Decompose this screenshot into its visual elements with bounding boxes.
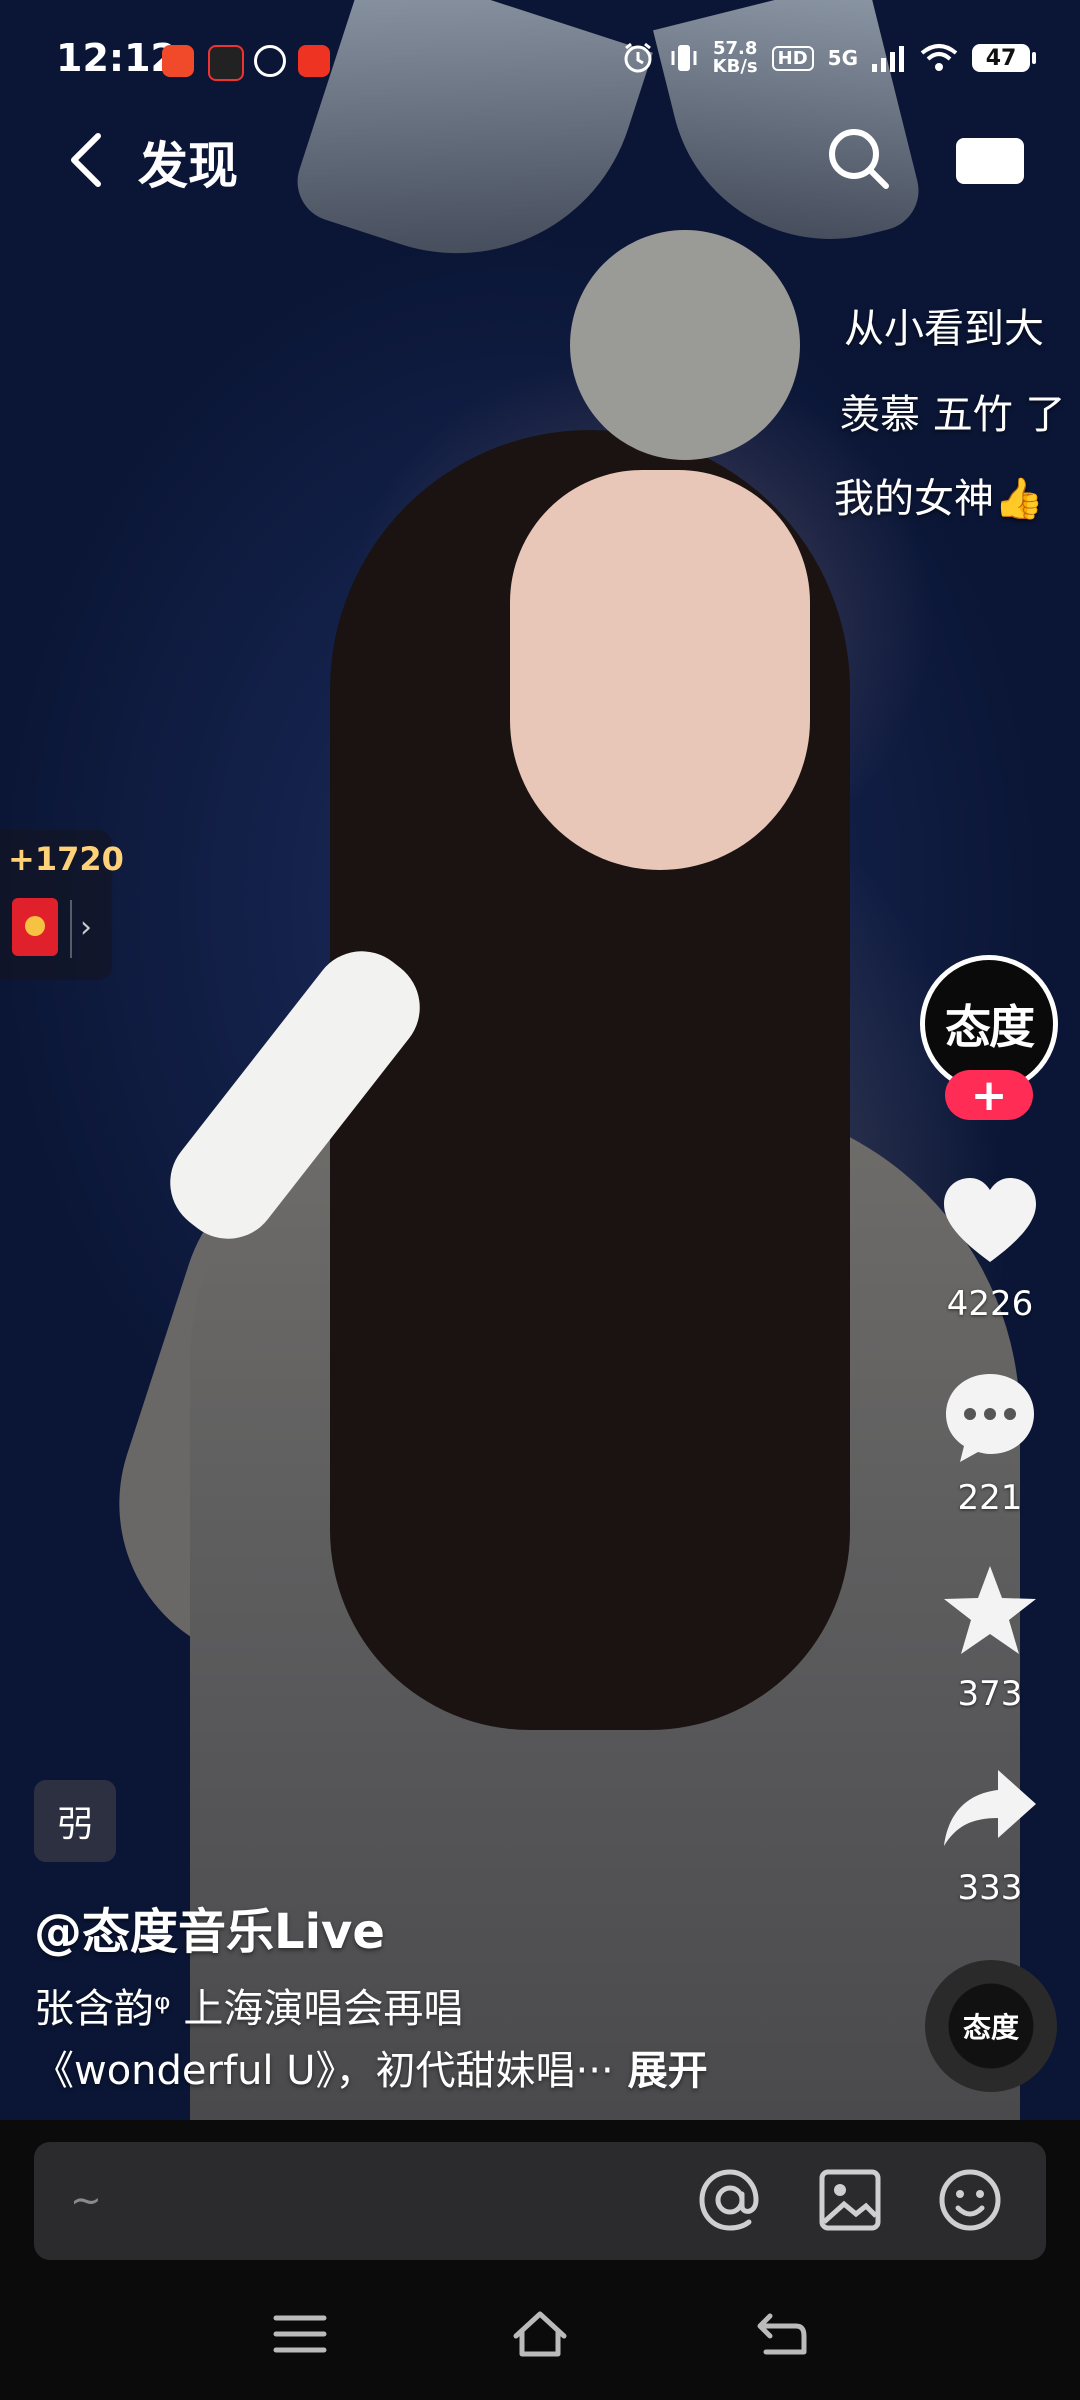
music-disc-label: 态度 xyxy=(962,2011,1019,2044)
browser-notification-icon xyxy=(254,45,286,77)
search-icon[interactable] xyxy=(826,126,890,190)
video-app-notification-icon xyxy=(298,45,330,77)
signal-icon xyxy=(872,46,904,72)
home-icon[interactable] xyxy=(510,2306,570,2362)
emoji-icon[interactable] xyxy=(934,2164,1006,2236)
status-time: 12:12 xyxy=(56,36,177,80)
comment-count: 221 xyxy=(957,1478,1023,1518)
tag-chip[interactable]: 弜 xyxy=(34,1780,116,1862)
status-indicators: 57.8 KB/s HD 5G 47 xyxy=(621,38,1036,77)
network-speed: 57.8 KB/s xyxy=(712,38,758,77)
reward-widget[interactable]: +1720 › xyxy=(0,830,124,980)
author-name[interactable]: @态度音乐Live xyxy=(34,1892,385,1962)
danmaku-comment: 羡慕 五竹 了 xyxy=(840,392,1066,438)
comment-input[interactable] xyxy=(34,2142,1046,2260)
performer-hat xyxy=(570,230,800,460)
danmaku-comment: 从小看到大 xyxy=(844,306,1044,352)
favorite-count: 373 xyxy=(957,1674,1023,1714)
back-arrow-icon[interactable] xyxy=(64,130,108,190)
comment-placeholder: ~ xyxy=(70,2178,102,2222)
vibrate-icon xyxy=(671,45,697,71)
comment-bubble-icon[interactable] xyxy=(940,1368,1040,1468)
hd-badge: HD xyxy=(771,45,814,71)
battery-indicator: 47 xyxy=(972,44,1036,72)
post-description-text: 《wonderful U》，初代甜妹唱··· xyxy=(34,2048,614,2094)
danmaku-comment: 我的女神👍 xyxy=(834,476,1044,522)
chevron-right-icon[interactable]: › xyxy=(80,910,92,945)
menu-icon[interactable] xyxy=(270,2306,330,2362)
share-arrow-icon[interactable] xyxy=(940,1760,1040,1860)
app-notification-icon xyxy=(162,45,194,77)
performer-face xyxy=(510,470,810,870)
expand-link[interactable]: 展开 xyxy=(628,2048,708,2094)
like-count: 4226 xyxy=(946,1284,1034,1324)
post-description-line: 《wonderful U》，初代甜妹唱··· 展开 xyxy=(34,2038,708,2096)
favorite-star-icon[interactable] xyxy=(940,1562,1040,1662)
follow-button[interactable]: + xyxy=(945,1070,1033,1121)
red-packet-icon[interactable] xyxy=(12,898,58,956)
share-count: 333 xyxy=(957,1868,1023,1908)
network-type: 5G xyxy=(827,46,858,70)
mention-at-icon[interactable] xyxy=(694,2164,766,2236)
system-back-icon[interactable] xyxy=(752,2306,812,2362)
wifi-icon xyxy=(920,44,958,71)
music-disc[interactable]: 态度 xyxy=(925,1960,1057,2092)
post-description-line: 张含韵ᵠ 上海演唱会再唱 xyxy=(34,1986,464,2032)
reward-amount: +1720 xyxy=(8,840,124,878)
alarm-icon xyxy=(624,42,652,73)
image-icon[interactable] xyxy=(814,2164,886,2236)
divider xyxy=(70,900,72,958)
avatar-logo-text: 态度 xyxy=(945,1000,1035,1054)
like-heart-icon[interactable] xyxy=(940,1174,1040,1274)
page-title[interactable]: 发现 xyxy=(138,126,238,198)
video-camera-icon[interactable] xyxy=(956,138,1024,184)
status-bar: 12:12 57.8 KB/s HD 5G 47 xyxy=(0,0,1080,120)
douyin-notification-icon xyxy=(208,45,244,81)
